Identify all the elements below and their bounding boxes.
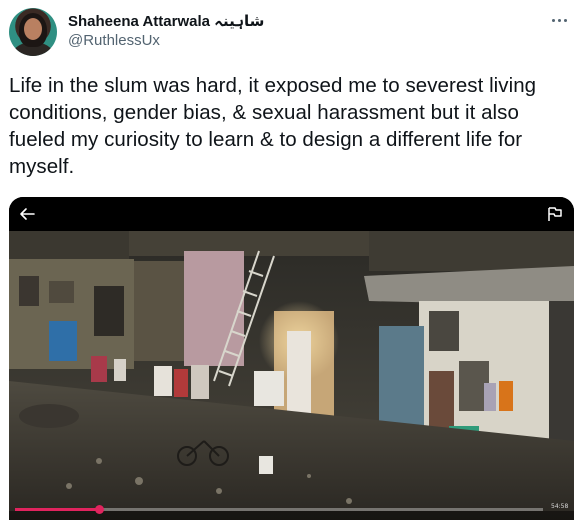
video-progress-fill [15, 508, 100, 511]
slum-scene-image [9, 231, 574, 520]
video-progress-bar[interactable] [15, 505, 543, 514]
flag-icon[interactable] [545, 204, 565, 224]
back-arrow-icon[interactable] [17, 204, 37, 224]
author-name[interactable]: Shaheena Attarwala شاہینہ [68, 12, 264, 30]
avatar[interactable] [9, 8, 57, 56]
author-handle[interactable]: @RuthlessUx [68, 32, 160, 49]
tweet-text: Life in the slum was hard, it exposed me… [9, 74, 537, 178]
more-horizontal-icon [551, 18, 555, 22]
video-time-label: 54:58 [551, 503, 569, 510]
more-options-button[interactable] [547, 8, 571, 32]
video-top-bar [9, 197, 574, 231]
tweet-header: Shaheena Attarwala شاہینہ @RuthlessUx [0, 0, 581, 64]
video-player[interactable]: 54:58 [9, 197, 574, 520]
